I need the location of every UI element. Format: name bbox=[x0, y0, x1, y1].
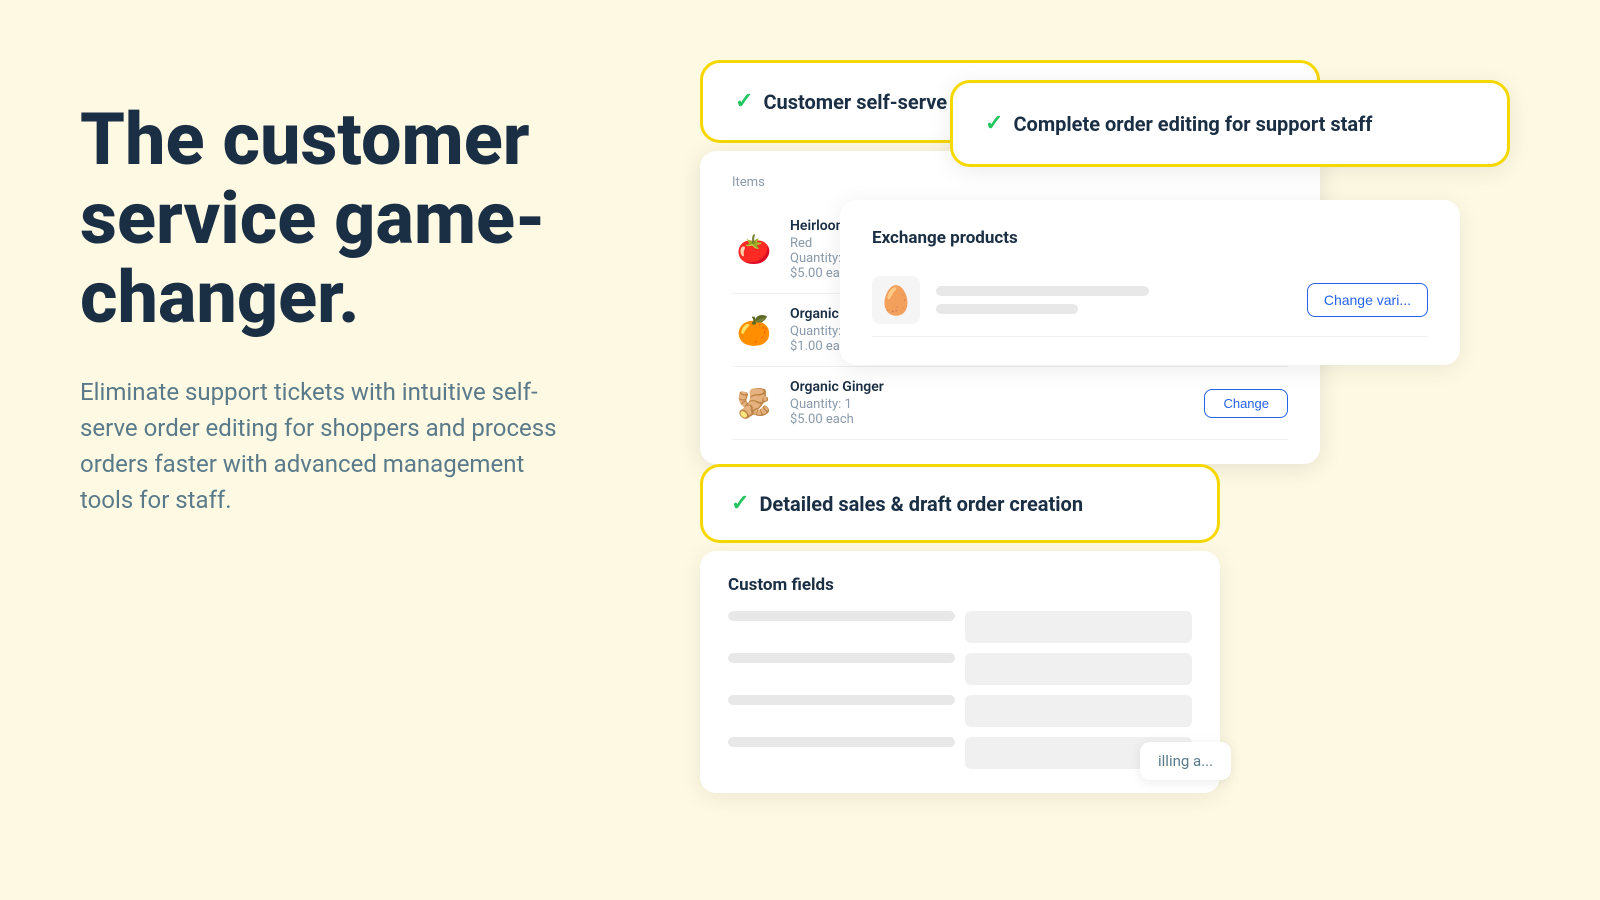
feature-text-4: Detailed sales & draft order creation bbox=[759, 492, 1083, 516]
item-row-ginger: 🫚 Organic Ginger Quantity: 1$5.00 each C… bbox=[732, 367, 1288, 440]
left-content: The customer service game-changer. Elimi… bbox=[80, 60, 660, 900]
right-content: ✓ Complete order editing for support sta… bbox=[700, 60, 1540, 900]
change-button-ginger[interactable]: Change bbox=[1204, 389, 1288, 418]
feature-label-4: ✓ Detailed sales & draft order creation bbox=[731, 491, 1189, 516]
card-4-header: ✓ Detailed sales & draft order creation bbox=[700, 464, 1220, 543]
field-skeleton bbox=[728, 611, 955, 621]
item-sub-ginger: Quantity: 1$5.00 each bbox=[790, 397, 1190, 427]
field-skeleton bbox=[728, 695, 955, 705]
hero-subtitle: Eliminate support tickets with intuitive… bbox=[80, 374, 560, 518]
card-complete-order-editing: ✓ Complete order editing for support sta… bbox=[950, 80, 1510, 167]
field-skeleton bbox=[728, 653, 955, 663]
billing-partial-text: illing a... bbox=[1140, 742, 1231, 780]
item-img-tomato: 🍅 bbox=[732, 228, 776, 272]
product-skeleton-1 bbox=[936, 286, 1291, 314]
skeleton-line bbox=[936, 286, 1149, 296]
custom-fields-title: Custom fields bbox=[728, 575, 1192, 595]
card-exchange-products: Exchange products 🥚 Change vari... bbox=[840, 200, 1460, 365]
field-input-skeleton bbox=[965, 695, 1192, 727]
check-icon-4: ✓ bbox=[731, 491, 749, 516]
feature-text-1: Complete order editing for support staff bbox=[1013, 112, 1372, 136]
product-row-1: 🥚 Change vari... bbox=[872, 264, 1428, 337]
field-skeleton bbox=[728, 737, 955, 747]
feature-label-1: ✓ Complete order editing for support sta… bbox=[985, 111, 1475, 136]
card-detailed-sales: ✓ Detailed sales & draft order creation … bbox=[700, 464, 1220, 793]
change-variant-button[interactable]: Change vari... bbox=[1307, 283, 1428, 317]
item-details-ginger: Organic Ginger Quantity: 1$5.00 each bbox=[790, 379, 1190, 427]
item-name-ginger: Organic Ginger bbox=[790, 379, 1190, 395]
check-icon-3: ✓ bbox=[735, 89, 753, 114]
field-input-skeleton bbox=[965, 611, 1192, 643]
skeleton-line bbox=[936, 304, 1078, 314]
item-img-ginger: 🫚 bbox=[732, 381, 776, 425]
check-icon-1: ✓ bbox=[985, 111, 1003, 136]
items-label: Items bbox=[732, 175, 1288, 190]
item-img-orange: 🍊 bbox=[732, 308, 776, 352]
main-container: The customer service game-changer. Elimi… bbox=[0, 0, 1600, 900]
field-input-skeleton bbox=[965, 653, 1192, 685]
hero-title: The customer service game-changer. bbox=[80, 100, 660, 338]
custom-fields-grid bbox=[728, 611, 1192, 769]
product-image-eggs: 🥚 bbox=[872, 276, 920, 324]
exchange-products-title: Exchange products bbox=[872, 228, 1428, 248]
